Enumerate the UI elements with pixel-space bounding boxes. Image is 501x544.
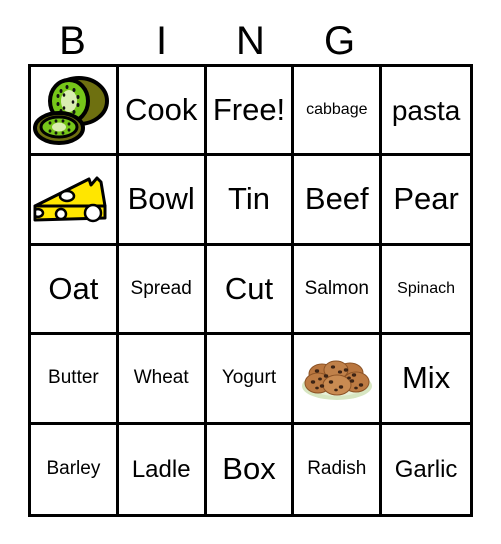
bingo-cell-r2c5[interactable]: Pear [382, 156, 470, 246]
bingo-cell-label: Butter [48, 367, 99, 389]
bingo-cell-r5c4[interactable]: Radish [294, 424, 383, 514]
bingo-cell-r2c3[interactable]: Tin [206, 156, 295, 246]
bingo-cell-label: Cook [125, 91, 198, 127]
bingo-cell-label: Salmon [304, 278, 369, 300]
bingo-cell-r5c1[interactable]: Barley [31, 424, 119, 514]
kiwi-fruit-icon [31, 67, 116, 153]
bingo-cell-r1c3-free[interactable]: Free! [206, 67, 295, 157]
bingo-cell-r4c4[interactable] [294, 335, 383, 425]
bingo-cell-r3c1[interactable]: Oat [31, 245, 119, 336]
bingo-cell-r4c1[interactable]: Butter [31, 335, 119, 425]
bingo-cell-r2c1[interactable] [31, 156, 119, 246]
bingo-cell-label: Cut [224, 270, 274, 306]
bingo-cell-label: Spinach [397, 279, 455, 297]
bingo-cell-r3c5[interactable]: Spinach [382, 245, 470, 336]
bingo-cell-label: cabbage [306, 100, 368, 118]
header-letter-g: G [323, 19, 356, 63]
bingo-cell-r1c2[interactable]: Cook [118, 67, 207, 157]
bingo-cell-label: Wheat [133, 367, 189, 389]
bingo-cell-label: Tin [228, 181, 270, 217]
bingo-cell-r1c5[interactable]: pasta [382, 67, 470, 157]
bingo-cell-r4c5[interactable]: Mix [382, 335, 470, 425]
bingo-cell-label: Beef [304, 181, 369, 217]
bingo-card: B I N G Cook Free! cabbage pasta Bowl Ti… [0, 0, 501, 544]
bingo-cell-r5c3[interactable]: Box [206, 424, 295, 514]
bingo-cell-r2c2[interactable]: Bowl [118, 156, 207, 246]
header-letter-o [384, 18, 473, 64]
bingo-cell-r5c2[interactable]: Ladle [118, 424, 207, 514]
bingo-header: B I N G [28, 18, 473, 64]
swiss-cheese-icon [31, 156, 116, 242]
bingo-cell-r3c2[interactable]: Spread [118, 245, 207, 336]
bingo-cell-label: Box [222, 451, 276, 487]
bingo-cell-label: Yogurt [221, 367, 277, 389]
bingo-cell-label: Spread [130, 278, 192, 300]
bingo-cell-label: Garlic [394, 455, 458, 483]
header-letter-n: N [236, 19, 265, 63]
bingo-cell-label: Pear [393, 181, 459, 217]
bingo-cell-label: Bowl [127, 181, 195, 217]
bingo-cell-label: Mix [401, 360, 451, 396]
bingo-cell-r1c4[interactable]: cabbage [294, 67, 383, 157]
bingo-cell-r1c1[interactable] [31, 67, 119, 157]
bingo-cell-r3c3[interactable]: Cut [206, 245, 295, 336]
bingo-cell-r3c4[interactable]: Salmon [294, 245, 383, 336]
bingo-cell-label: pasta [391, 94, 461, 126]
header-letter-b: B [59, 19, 86, 63]
bingo-cell-label: Barley [46, 458, 101, 480]
bingo-cell-label: Oat [48, 270, 99, 306]
header-letter-i: I [155, 19, 168, 63]
bingo-cell-label: Ladle [131, 455, 191, 483]
plate-of-cookies-icon [294, 335, 379, 421]
bingo-cell-r4c2[interactable]: Wheat [118, 335, 207, 425]
bingo-cell-label: Radish [307, 458, 367, 480]
bingo-cell-r5c5[interactable]: Garlic [382, 424, 470, 514]
bingo-cell-r4c3[interactable]: Yogurt [206, 335, 295, 425]
bingo-cell-r2c4[interactable]: Beef [294, 156, 383, 246]
bingo-grid: Cook Free! cabbage pasta Bowl Tin Beef P… [28, 64, 473, 517]
bingo-cell-label: Free! [212, 91, 286, 127]
